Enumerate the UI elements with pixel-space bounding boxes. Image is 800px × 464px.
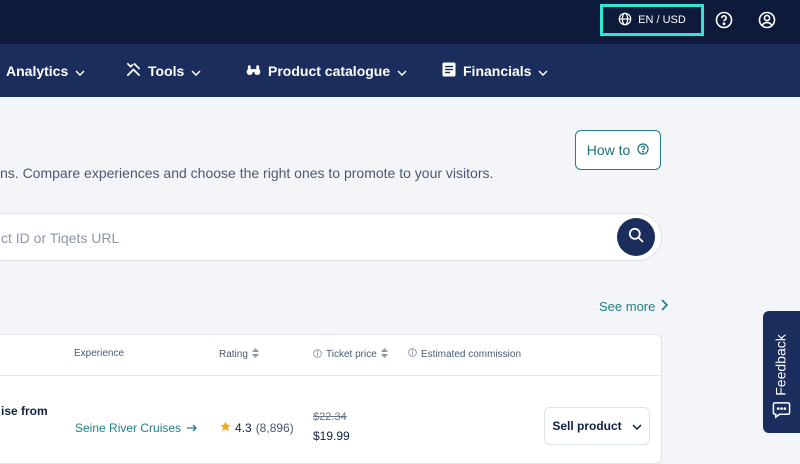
see-more-link[interactable]: See more [599, 299, 669, 314]
feedback-label: Feedback [773, 334, 790, 396]
header-rating[interactable]: Rating [219, 348, 259, 361]
nav-item-product-catalogue[interactable]: Product catalogue [246, 44, 407, 97]
header-rating-label: Rating [219, 349, 248, 360]
experience-link[interactable]: Seine River Cruises [75, 421, 197, 435]
header-ticket-price[interactable]: Ticket price [313, 348, 388, 361]
nav-item-label: Analytics [6, 62, 69, 79]
globe-icon [618, 12, 632, 29]
arrow-right-icon [187, 421, 197, 435]
sell-product-label: Sell product [552, 419, 622, 433]
rating-count: (8,896) [255, 421, 294, 435]
header-ticket-price-label: Ticket price [326, 349, 377, 360]
search-button[interactable] [617, 218, 655, 256]
see-more-label: See more [599, 299, 656, 314]
info-icon [408, 348, 417, 360]
chevron-down-icon [191, 63, 201, 79]
feedback-label-wrap: Feedback [765, 325, 797, 405]
search-placeholder: ct ID or Tiqets URL [1, 230, 120, 246]
rating: 4.3 (8,896) [220, 421, 294, 435]
locale-currency-selector[interactable]: EN / USD [600, 4, 704, 36]
nav-item-label: Product catalogue [268, 62, 391, 79]
header-experience: Experience [74, 348, 124, 359]
table-header: Experience Rating Ticket price Estimated… [0, 335, 661, 376]
chevron-down-icon [632, 419, 642, 433]
locale-label: EN / USD [638, 14, 686, 26]
current-price: $19.99 [313, 429, 350, 443]
original-price: $22.34 [313, 411, 347, 423]
info-icon [313, 348, 322, 361]
experience-label: Seine River Cruises [75, 421, 182, 435]
product-name[interactable]: ise from [1, 404, 48, 418]
nav-item-label: Tools [148, 62, 185, 79]
top-bar: EN / USD [0, 0, 800, 44]
chevron-right-icon [661, 299, 669, 314]
how-to-label: How to [586, 142, 631, 158]
header-experience-label: Experience [74, 348, 125, 359]
nav-item-analytics[interactable]: Analytics [6, 44, 85, 97]
chevron-down-icon [397, 63, 407, 79]
document-icon [442, 62, 456, 80]
help-circle-icon [637, 142, 649, 158]
rating-value: 4.3 [235, 421, 252, 435]
feedback-tab[interactable]: Feedback [763, 311, 800, 433]
account-icon[interactable] [757, 10, 777, 30]
tools-icon [126, 62, 141, 80]
search-icon [628, 227, 644, 248]
sell-product-button[interactable]: Sell product [544, 407, 650, 445]
products-table: Experience Rating Ticket price Estimated… [0, 334, 662, 464]
main-content: How to ns. Compare experiences and choos… [0, 97, 800, 464]
nav-item-financials[interactable]: Financials [442, 44, 548, 97]
search-field[interactable]: ct ID or Tiqets URL [0, 213, 662, 261]
sort-icon [380, 348, 388, 361]
sort-icon [251, 348, 259, 361]
how-to-button[interactable]: How to [575, 130, 661, 170]
header-commission: Estimated commission [408, 348, 521, 360]
page-description: ns. Compare experiences and choose the r… [0, 165, 494, 181]
chevron-down-icon [75, 63, 85, 79]
chat-icon [772, 401, 791, 424]
star-icon [220, 421, 231, 435]
header-commission-label: Estimated commission [421, 348, 522, 360]
nav-item-label: Financials [463, 62, 532, 79]
help-icon[interactable] [714, 10, 734, 30]
binoculars-icon [246, 63, 261, 79]
chevron-down-icon [538, 63, 548, 79]
main-nav: Analytics Tools Product catalogue Financ… [0, 44, 800, 97]
nav-item-tools[interactable]: Tools [126, 44, 201, 97]
